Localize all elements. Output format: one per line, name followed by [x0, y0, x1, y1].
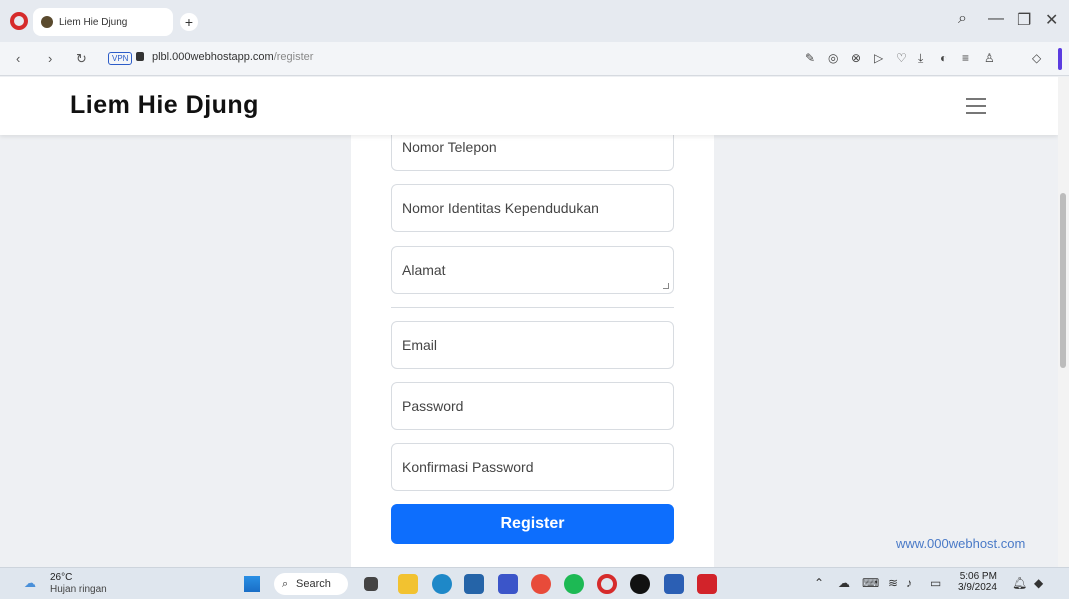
tiktok-icon[interactable]	[630, 574, 650, 594]
close-window-button[interactable]: ✕	[1045, 10, 1058, 30]
windows-taskbar: ☁ 26°C Hujan ringan ⌕ Search ⌃ ☁ ⌨ ≋ ♪ ▭…	[0, 567, 1069, 599]
profile-icon[interactable]: ♙	[984, 51, 995, 65]
site-brand[interactable]: Liem Hie Djung	[70, 91, 259, 120]
search-label: Search	[296, 578, 331, 590]
browser-tabstrip: Liem Hie Djung + ⌕ — ❐ ✕	[0, 0, 1069, 42]
adblock-icon[interactable]: ⊗	[851, 51, 861, 65]
sidebar-accent-bar	[1058, 48, 1062, 70]
clipchamp-icon[interactable]	[498, 574, 518, 594]
system-clock[interactable]: 5:06 PM 3/9/2024	[958, 571, 997, 593]
volume-icon[interactable]: ♪	[906, 576, 912, 590]
lock-icon[interactable]	[136, 52, 144, 61]
copilot-icon[interactable]: ◆	[1034, 576, 1043, 590]
taskbar-search[interactable]: ⌕ Search	[274, 573, 348, 595]
opera-logo-icon[interactable]	[10, 12, 28, 30]
chrome-icon[interactable]	[531, 574, 551, 594]
confirm-password-field[interactable]: Konfirmasi Password	[391, 443, 674, 491]
edit-page-icon[interactable]: ✎	[805, 51, 815, 65]
minimize-button[interactable]: —	[988, 10, 1004, 28]
battery-saver-icon[interactable]: ◐	[940, 51, 947, 65]
email-field[interactable]: Email	[391, 321, 674, 369]
snapshot-icon[interactable]: ◎	[828, 51, 838, 65]
restore-button[interactable]: ❐	[1017, 10, 1031, 30]
tab-search-icon[interactable]: ⌕	[958, 10, 967, 28]
scroll-thumb[interactable]	[1060, 193, 1066, 368]
form-divider	[391, 307, 674, 308]
address-placeholder: Alamat	[402, 262, 446, 278]
site-header: Liem Hie Djung	[0, 77, 1058, 135]
page-scrollbar[interactable]	[1058, 77, 1069, 567]
url-field[interactable]: plbl.000webhostapp.com/register	[152, 51, 313, 63]
weather-icon[interactable]: ☁	[24, 576, 38, 590]
opera-taskbar-icon[interactable]	[597, 574, 617, 594]
easy-setup-icon[interactable]: ≡	[962, 51, 969, 65]
edge-icon[interactable]	[432, 574, 452, 594]
site-favicon-icon	[41, 16, 53, 28]
wifi-icon[interactable]: ≋	[888, 576, 898, 590]
store-icon[interactable]	[464, 574, 484, 594]
weather-condition[interactable]: Hujan ringan	[50, 584, 107, 595]
start-button-icon[interactable]	[244, 576, 260, 592]
back-button[interactable]: ‹	[16, 51, 20, 66]
resize-handle-icon[interactable]	[663, 283, 669, 289]
browser-tab[interactable]: Liem Hie Djung	[33, 8, 173, 36]
new-tab-button[interactable]: +	[180, 13, 198, 31]
notification-bell-icon[interactable]: 🔔︎	[1012, 576, 1027, 590]
weather-temperature[interactable]: 26°C	[50, 572, 72, 583]
reload-button[interactable]: ↻	[76, 51, 87, 67]
register-card: Nomor Telepon Nomor Identitas Kependuduk…	[351, 117, 714, 567]
onedrive-icon[interactable]: ☁	[838, 576, 850, 590]
keyboard-icon[interactable]: ⌨	[862, 576, 879, 590]
acrobat-icon[interactable]	[697, 574, 717, 594]
file-explorer-icon[interactable]	[398, 574, 418, 594]
battery-icon[interactable]: ▭	[930, 576, 941, 590]
address-field[interactable]: Alamat	[391, 246, 674, 294]
send-icon[interactable]: ▷	[874, 51, 883, 65]
word-icon[interactable]	[664, 574, 684, 594]
spotify-icon[interactable]	[564, 574, 584, 594]
clock-time: 5:06 PM	[959, 571, 997, 582]
search-icon: ⌕	[282, 578, 289, 590]
tab-title: Liem Hie Djung	[59, 16, 128, 28]
heart-icon[interactable]: ♡	[896, 51, 907, 65]
task-view-icon[interactable]	[364, 577, 378, 591]
page-viewport: Liem Hie Djung Nomor Telepon Nomor Ident…	[0, 77, 1058, 567]
download-icon[interactable]: ⤓	[918, 51, 923, 66]
aria-icon[interactable]: ◇	[1032, 51, 1041, 65]
url-host: plbl.000webhostapp.com	[152, 51, 274, 63]
register-button[interactable]: Register	[391, 504, 674, 544]
clock-date: 3/9/2024	[958, 582, 997, 593]
nik-field[interactable]: Nomor Identitas Kependudukan	[391, 184, 674, 232]
url-path: /register	[273, 51, 314, 63]
vpn-badge[interactable]: VPN	[108, 52, 133, 65]
password-field[interactable]: Password	[391, 382, 674, 430]
host-link[interactable]: www.000webhost.com	[896, 536, 1025, 551]
forward-button[interactable]: ›	[48, 51, 52, 66]
tray-overflow-icon[interactable]: ⌃	[814, 576, 824, 590]
menu-toggle-icon[interactable]	[966, 98, 986, 119]
